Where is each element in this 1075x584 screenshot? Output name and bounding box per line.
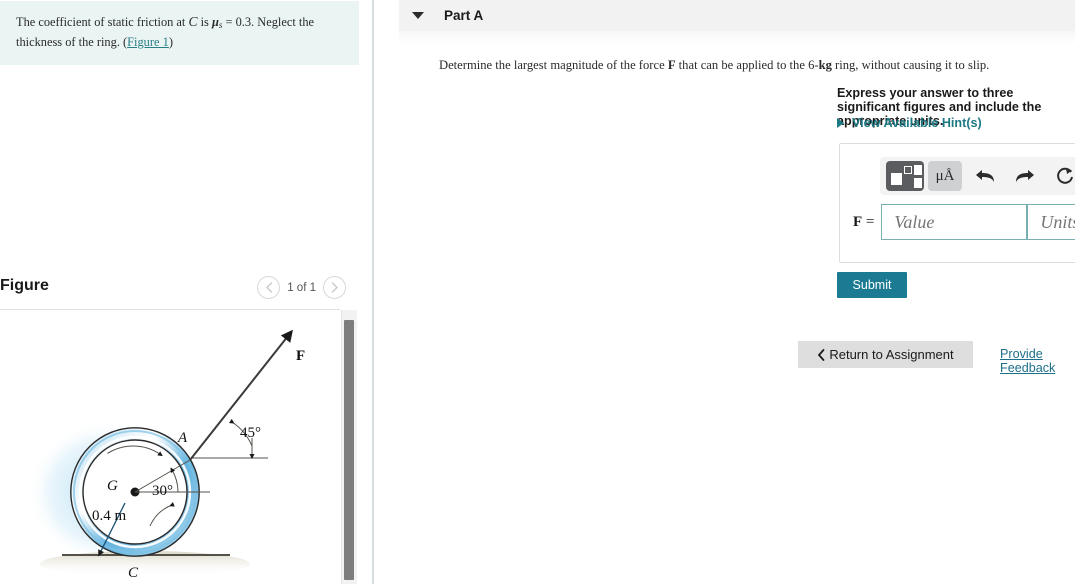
answer-row: F = (853, 204, 1075, 240)
return-to-assignment-button[interactable]: Return to Assignment (798, 341, 973, 368)
figure-navigation: 1 of 1 (257, 276, 346, 299)
equals-sign: = (865, 213, 875, 230)
view-hints-link[interactable]: View Available Hint(s) (837, 116, 982, 130)
figure-scrollbar-thumb[interactable] (344, 320, 354, 580)
question-text-is: is (197, 15, 212, 29)
part-a-label: Part A (444, 8, 484, 23)
view-hints-label: View Available Hint(s) (852, 116, 982, 130)
figure-diagram-svg (27, 329, 293, 577)
reset-circular-arrow-icon (1057, 167, 1073, 184)
question-text-part1: The coefficient of static friction at (16, 15, 189, 29)
figure-count-label: 1 of 1 (287, 281, 316, 294)
prompt-line-1: Determine the largest magnitude of the f… (439, 58, 1075, 73)
figure-label-point-a: A (178, 430, 188, 446)
figure-1-link[interactable]: Figure 1 (127, 35, 169, 49)
page-root: The coefficient of static friction at C … (0, 0, 1075, 584)
answer-symbol-label: F = (853, 214, 874, 231)
answer-entry-box: μÅ F = Value Units (839, 143, 1075, 263)
figure-image: F 45° A G 30° 0.4 m C (0, 310, 340, 584)
redo-arrow-icon (1016, 170, 1034, 182)
chevron-left-icon (818, 348, 825, 361)
units-button[interactable]: μÅ (926, 161, 964, 191)
math-toolbar: μÅ (880, 157, 1075, 195)
math-template-button[interactable] (886, 161, 924, 191)
prompt-text-b: that can be applied to the 6- (675, 58, 819, 72)
undo-arrow-icon (976, 170, 994, 182)
units-input[interactable] (1027, 204, 1075, 240)
value-input[interactable] (881, 204, 1028, 240)
figure-label-center-g: G (107, 478, 118, 494)
right-panel: Part A Determine the largest magnitude o… (399, 0, 1075, 584)
caret-down-icon[interactable] (412, 12, 424, 19)
left-panel: The coefficient of static friction at C … (0, 0, 372, 584)
micro-angstrom-icon: μÅ (928, 161, 962, 191)
answer-symbol: F (853, 213, 863, 230)
prompt-unit-kg: kg (818, 58, 832, 72)
chevron-right-icon (331, 282, 338, 293)
figure-header: Figure 1 of 1 (0, 272, 359, 305)
prompt-text-c: ring, without causing it to slip. (831, 58, 990, 72)
redo-button[interactable] (1006, 161, 1044, 191)
submit-button[interactable]: Submit (837, 272, 907, 298)
figure-label-contact-c: C (128, 565, 139, 581)
caret-right-icon (837, 118, 844, 128)
part-a-header[interactable]: Part A (399, 0, 1075, 31)
header-fade (399, 31, 1075, 45)
figure-label-angle-force: 45° (240, 425, 261, 441)
panel-divider (372, 0, 374, 584)
figure-label-force: F (296, 348, 306, 364)
force-vector-symbol: F (667, 58, 676, 72)
chevron-left-icon (265, 282, 272, 293)
prompt-text-a: Determine the largest magnitude of the f… (439, 58, 668, 72)
undo-button[interactable] (966, 161, 1004, 191)
figure-label-angle-radius: 30° (152, 483, 173, 499)
return-to-assignment-label: Return to Assignment (829, 347, 954, 362)
mu-symbol: μ (211, 15, 219, 29)
question-statement-box: The coefficient of static friction at C … (0, 1, 359, 65)
math-template-icon (886, 161, 924, 191)
figure-next-button[interactable] (323, 276, 346, 299)
figure-prev-button[interactable] (257, 276, 281, 299)
question-text-close: ) (168, 35, 173, 49)
question-text: The coefficient of static friction at C … (16, 13, 343, 51)
figure-label-radius: 0.4 m (92, 508, 127, 524)
reset-button[interactable] (1046, 161, 1075, 191)
figure-title: Figure (0, 277, 49, 294)
provide-feedback-link[interactable]: Provide Feedback (1000, 347, 1075, 375)
variable-C: C (188, 14, 198, 29)
